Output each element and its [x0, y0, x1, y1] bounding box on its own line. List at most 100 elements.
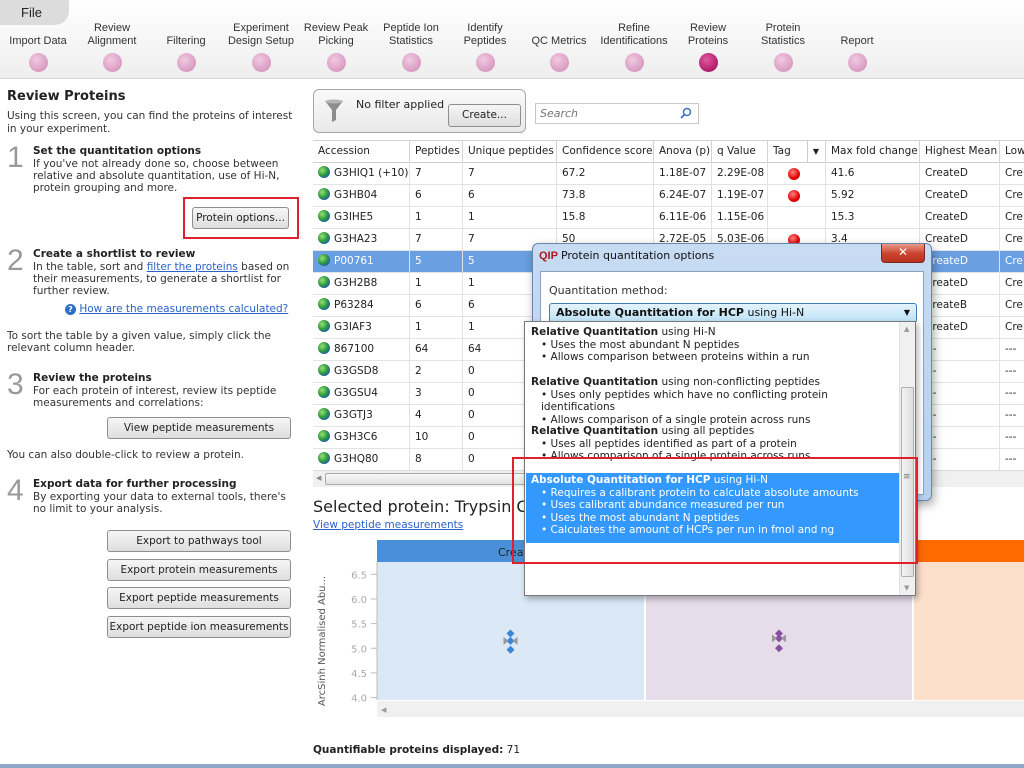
column-header[interactable]: q Value	[712, 141, 768, 163]
workflow-step[interactable]: Protein Statistics	[743, 20, 823, 72]
cell-highest: ---	[920, 361, 1000, 383]
chevron-down-icon: ▼	[903, 308, 910, 317]
option-bullets: Uses only peptides which have no conflic…	[541, 389, 900, 427]
cell-peptides: 10	[410, 427, 463, 449]
workflow-step[interactable]: Experiment Design Setup	[221, 20, 301, 72]
globe-icon	[318, 298, 330, 310]
grip-icon: ≡	[903, 472, 911, 482]
step-label: QC Metrics	[531, 35, 587, 47]
quantitation-method-select[interactable]: Absolute Quantitation for HCP using Hi-N…	[549, 303, 917, 323]
step-indicator-icon	[102, 53, 122, 72]
scrollbar-thumb[interactable]	[325, 473, 525, 485]
view-peptide-measurements-link[interactable]: View peptide measurements	[313, 519, 463, 531]
step-indicator-icon	[475, 53, 495, 72]
search-input[interactable]	[536, 104, 676, 123]
workflow-step[interactable]: Report	[817, 20, 897, 72]
close-button[interactable]: ✕	[881, 244, 925, 263]
protein-options-button[interactable]: Protein options...	[192, 207, 289, 229]
how-calculated-link[interactable]: How are the measurements calculated?	[79, 303, 288, 315]
workflow-step[interactable]: Review Alignment	[72, 20, 152, 72]
workflow-step[interactable]: Refine Identifications	[594, 20, 674, 72]
cell-q: 1.19E-07	[712, 185, 768, 207]
section-text: In the table, sort and filter the protei…	[33, 261, 299, 297]
globe-icon	[318, 276, 330, 288]
dialog-title-text: Protein quantitation options	[560, 249, 715, 262]
cell-peptides: 1	[410, 273, 463, 295]
workflow-step[interactable]: Peptide Ion Statistics	[371, 20, 451, 72]
cell-confidence: 73.8	[557, 185, 654, 207]
quantitation-option[interactable]: Relative Quantitation using non-conflict…	[526, 375, 900, 427]
globe-icon	[318, 452, 330, 464]
quantitation-method-label: Quantitation method:	[549, 284, 668, 297]
section-4: 4 Export data for further processing By …	[7, 474, 299, 516]
column-header[interactable]: Max fold change	[826, 141, 920, 163]
option-bullet: Uses the most abundant N peptides	[541, 339, 900, 352]
export-protein-measurements-button[interactable]: Export protein measurements	[107, 559, 291, 581]
column-header[interactable]: Lowest Mean	[1000, 141, 1024, 163]
create-filter-button[interactable]: Create...	[448, 104, 521, 127]
quantitation-option[interactable]: Relative Quantitation using Hi-NUses the…	[526, 325, 900, 365]
workflow-step[interactable]: Identify Peptides	[445, 20, 525, 72]
table-row[interactable]: G3HIQ1 (+10) 7 7 67.2 1.18E-07 2.29E-08 41.6 Cr…	[313, 163, 1024, 185]
step-indicator-icon	[549, 53, 569, 72]
column-header[interactable]: Tag ▼	[768, 141, 826, 163]
workflow-step[interactable]: Filtering	[146, 20, 226, 72]
cell-anova: 6.24E-07	[654, 185, 712, 207]
tag-filter-dropdown-icon[interactable]: ▼	[806, 141, 819, 162]
table-row[interactable]: G3IHE5 1 1 15.8 6.11E-06 1.15E-06 15.3 CreateD C…	[313, 207, 1024, 229]
cell-peptides: 2	[410, 361, 463, 383]
double-click-hint: You can also double-click to review a pr…	[7, 449, 244, 461]
cell-unique: 6	[463, 185, 557, 207]
workflow-step[interactable]: Import Data	[0, 20, 78, 72]
cell-peptides: 6	[410, 295, 463, 317]
view-peptide-measurements-button[interactable]: View peptide measurements	[107, 417, 291, 439]
group-background	[914, 562, 1024, 700]
option-bullet: Uses all peptides identified as part of …	[541, 438, 900, 451]
column-header[interactable]: Confidence score	[557, 141, 654, 163]
export-peptide-ion-measurements-button[interactable]: Export peptide ion measurements	[107, 616, 291, 638]
option-title-rest: using non-conflicting peptides	[658, 376, 820, 388]
quantitation-option[interactable]: Relative Quantitation using all peptides…	[526, 424, 900, 464]
cell-lowest: Cre	[1000, 317, 1024, 339]
table-row[interactable]: G3HB04 6 6 73.8 6.24E-07 1.19E-07 5.92 CreateD C…	[313, 185, 1024, 207]
accession-text: G3GSD8	[334, 365, 379, 377]
column-header[interactable]: Highest Mean	[920, 141, 1000, 163]
export-pathways-button[interactable]: Export to pathways tool	[107, 530, 291, 552]
scroll-down-icon[interactable]: ▼	[904, 584, 909, 592]
cell-q: 1.15E-06	[712, 207, 768, 229]
count-value: 71	[506, 744, 521, 756]
step-label: Review Alignment	[87, 22, 137, 47]
scroll-up-icon[interactable]: ▲	[904, 325, 909, 333]
scroll-left-icon[interactable]: ◀	[316, 474, 321, 482]
column-header[interactable]: Anova (p)	[654, 141, 712, 163]
cell-peptides: 7	[410, 229, 463, 251]
column-header-label: Anova (p)	[659, 145, 711, 157]
workflow-step[interactable]: Review Proteins	[668, 20, 748, 72]
workflow-step[interactable]: Review Peak Picking	[296, 20, 376, 72]
export-peptide-measurements-button[interactable]: Export peptide measurements	[107, 587, 291, 609]
column-header[interactable]: Peptides	[410, 141, 463, 163]
filter-proteins-link[interactable]: filter the proteins	[147, 261, 238, 273]
column-header[interactable]: Unique peptides	[463, 141, 557, 163]
taskbar-strip	[0, 764, 1024, 768]
scrollbar-thumb[interactable]	[901, 387, 914, 577]
step-number: 4	[7, 474, 24, 507]
option-bullets: Uses all peptides identified as part of …	[541, 438, 900, 463]
cell-accession: G3HB04	[313, 185, 410, 207]
cell-highest: CreateD	[920, 185, 1000, 207]
cell-fold: 15.3	[826, 207, 920, 229]
quantitation-option[interactable]: Absolute Quantitation for HCP using Hi-N…	[526, 473, 900, 543]
cell-highest: CreateD	[920, 207, 1000, 229]
dropdown-scrollbar[interactable]: ▲ ≡ ▼	[899, 322, 915, 595]
workflow-step[interactable]: QC Metrics	[519, 20, 599, 72]
cell-lowest: Cre	[1000, 273, 1024, 295]
option-bullet: Uses the most abundant N peptides	[541, 512, 900, 525]
accession-text: G3H3C6	[334, 431, 378, 443]
column-header[interactable]: Accession	[313, 141, 410, 163]
tag-red-dot-icon	[788, 168, 800, 180]
cell-accession: G3GSD8	[313, 361, 410, 383]
cell-accession: G3GSU4	[313, 383, 410, 405]
option-title: Relative Quantitation using all peptides	[531, 425, 900, 438]
search-icon[interactable]	[680, 107, 692, 119]
chart-horizontal-scrollbar	[377, 701, 1024, 717]
